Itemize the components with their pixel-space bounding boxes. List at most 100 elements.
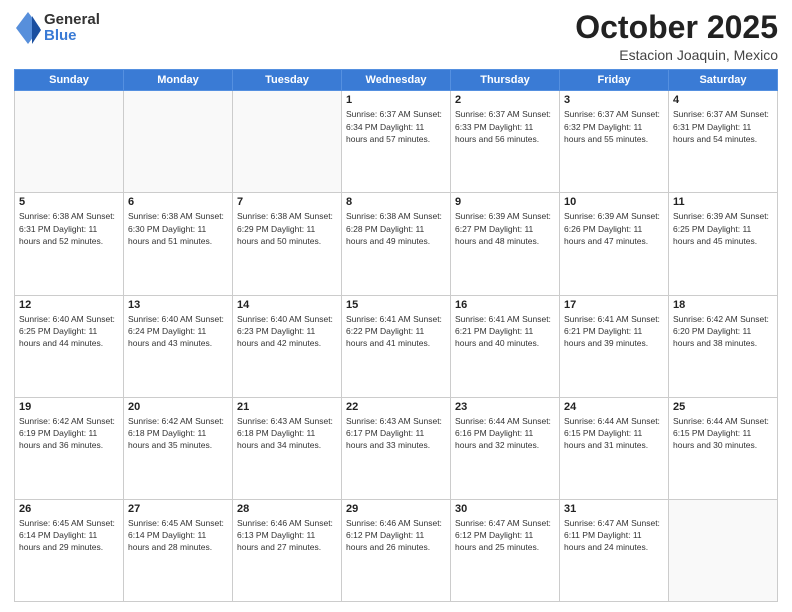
cell-info: Sunrise: 6:43 AM Sunset: 6:18 PM Dayligh… — [237, 415, 337, 452]
table-row: 27 Sunrise: 6:45 AM Sunset: 6:14 PM Dayli… — [124, 499, 233, 601]
day-number: 3 — [564, 94, 664, 106]
cell-info: Sunrise: 6:44 AM Sunset: 6:15 PM Dayligh… — [564, 415, 664, 452]
table-row — [15, 91, 124, 193]
day-number: 8 — [346, 196, 446, 208]
table-row — [233, 91, 342, 193]
table-row — [124, 91, 233, 193]
page: General Blue October 2025 Estacion Joaqu… — [0, 0, 792, 612]
table-row: 17 Sunrise: 6:41 AM Sunset: 6:21 PM Dayli… — [560, 295, 669, 397]
cell-info: Sunrise: 6:44 AM Sunset: 6:16 PM Dayligh… — [455, 415, 555, 452]
cell-info: Sunrise: 6:41 AM Sunset: 6:21 PM Dayligh… — [564, 313, 664, 350]
table-row: 30Sunrise: 6:47 AM Sunset: 6:12 PM Dayli… — [451, 499, 560, 601]
day-number: 13 — [128, 299, 228, 311]
calendar-week-row: 26 Sunrise: 6:45 AM Sunset: 6:14 PM Dayli… — [15, 499, 778, 601]
day-number: 6 — [128, 196, 228, 208]
day-number: 22 — [346, 401, 446, 413]
day-number: 7 — [237, 196, 337, 208]
day-number: 4 — [673, 94, 773, 106]
col-sunday: Sunday — [15, 70, 124, 91]
day-number: 17 — [564, 299, 664, 311]
cell-info: Sunrise: 6:40 AM Sunset: 6:24 PM Dayligh… — [128, 313, 228, 350]
table-row: 20 Sunrise: 6:42 AM Sunset: 6:18 PM Dayli… — [124, 397, 233, 499]
cell-info: Sunrise: 6:38 AM Sunset: 6:29 PM Dayligh… — [237, 210, 337, 247]
cell-info: Sunrise: 6:39 AM Sunset: 6:27 PM Dayligh… — [455, 210, 555, 247]
table-row: 18 Sunrise: 6:42 AM Sunset: 6:20 PM Dayli… — [669, 295, 778, 397]
cell-info: Sunrise: 6:43 AM Sunset: 6:17 PM Dayligh… — [346, 415, 446, 452]
table-row: 12 Sunrise: 6:40 AM Sunset: 6:25 PM Dayli… — [15, 295, 124, 397]
table-row: 24 Sunrise: 6:44 AM Sunset: 6:15 PM Dayli… — [560, 397, 669, 499]
cell-info: Sunrise: 6:37 AM Sunset: 6:34 PM Dayligh… — [346, 108, 446, 145]
logo-blue: Blue — [44, 28, 100, 45]
table-row: 22 Sunrise: 6:43 AM Sunset: 6:17 PM Dayli… — [342, 397, 451, 499]
table-row: 29 Sunrise: 6:46 AM Sunset: 6:12 PM Dayli… — [342, 499, 451, 601]
cell-info: Sunrise: 6:38 AM Sunset: 6:31 PM Dayligh… — [19, 210, 119, 247]
col-tuesday: Tuesday — [233, 70, 342, 91]
col-saturday: Saturday — [669, 70, 778, 91]
cell-info: Sunrise: 6:42 AM Sunset: 6:18 PM Dayligh… — [128, 415, 228, 452]
cell-info: Sunrise: 6:39 AM Sunset: 6:26 PM Dayligh… — [564, 210, 664, 247]
day-number: 21 — [237, 401, 337, 413]
table-row: 19Sunrise: 6:42 AM Sunset: 6:19 PM Dayli… — [15, 397, 124, 499]
calendar-header-row: Sunday Monday Tuesday Wednesday Thursday… — [15, 70, 778, 91]
logo-icon — [14, 10, 42, 46]
day-number: 26 — [19, 503, 119, 515]
location-subtitle: Estacion Joaquin, Mexico — [575, 47, 778, 63]
day-number: 11 — [673, 196, 773, 208]
day-number: 9 — [455, 196, 555, 208]
table-row: 25 Sunrise: 6:44 AM Sunset: 6:15 PM Dayli… — [669, 397, 778, 499]
table-row: 23Sunrise: 6:44 AM Sunset: 6:16 PM Dayli… — [451, 397, 560, 499]
day-number: 1 — [346, 94, 446, 106]
table-row: 5Sunrise: 6:38 AM Sunset: 6:31 PM Daylig… — [15, 193, 124, 295]
day-number: 12 — [19, 299, 119, 311]
calendar-week-row: 19Sunrise: 6:42 AM Sunset: 6:19 PM Dayli… — [15, 397, 778, 499]
table-row: 31Sunrise: 6:47 AM Sunset: 6:11 PM Dayli… — [560, 499, 669, 601]
logo-general: General — [44, 12, 100, 29]
col-monday: Monday — [124, 70, 233, 91]
cell-info: Sunrise: 6:47 AM Sunset: 6:12 PM Dayligh… — [455, 517, 555, 554]
table-row: 9 Sunrise: 6:39 AM Sunset: 6:27 PM Daylig… — [451, 193, 560, 295]
day-number: 19 — [19, 401, 119, 413]
table-row: 1 Sunrise: 6:37 AM Sunset: 6:34 PM Daylig… — [342, 91, 451, 193]
day-number: 27 — [128, 503, 228, 515]
cell-info: Sunrise: 6:46 AM Sunset: 6:12 PM Dayligh… — [346, 517, 446, 554]
day-number: 24 — [564, 401, 664, 413]
calendar-week-row: 5Sunrise: 6:38 AM Sunset: 6:31 PM Daylig… — [15, 193, 778, 295]
cell-info: Sunrise: 6:42 AM Sunset: 6:20 PM Dayligh… — [673, 313, 773, 350]
cell-info: Sunrise: 6:38 AM Sunset: 6:30 PM Dayligh… — [128, 210, 228, 247]
cell-info: Sunrise: 6:44 AM Sunset: 6:15 PM Dayligh… — [673, 415, 773, 452]
title-block: October 2025 Estacion Joaquin, Mexico — [575, 10, 778, 63]
month-title: October 2025 — [575, 10, 778, 45]
table-row: 21 Sunrise: 6:43 AM Sunset: 6:18 PM Dayli… — [233, 397, 342, 499]
day-number: 18 — [673, 299, 773, 311]
day-number: 25 — [673, 401, 773, 413]
table-row: 11 Sunrise: 6:39 AM Sunset: 6:25 PM Dayli… — [669, 193, 778, 295]
calendar-week-row: 1 Sunrise: 6:37 AM Sunset: 6:34 PM Daylig… — [15, 91, 778, 193]
logo: General Blue — [14, 10, 100, 46]
day-number: 14 — [237, 299, 337, 311]
day-number: 31 — [564, 503, 664, 515]
table-row: 2Sunrise: 6:37 AM Sunset: 6:33 PM Daylig… — [451, 91, 560, 193]
table-row: 16Sunrise: 6:41 AM Sunset: 6:21 PM Dayli… — [451, 295, 560, 397]
cell-info: Sunrise: 6:37 AM Sunset: 6:31 PM Dayligh… — [673, 108, 773, 145]
table-row: 7 Sunrise: 6:38 AM Sunset: 6:29 PM Daylig… — [233, 193, 342, 295]
cell-info: Sunrise: 6:39 AM Sunset: 6:25 PM Dayligh… — [673, 210, 773, 247]
cell-info: Sunrise: 6:37 AM Sunset: 6:32 PM Dayligh… — [564, 108, 664, 145]
table-row: 10 Sunrise: 6:39 AM Sunset: 6:26 PM Dayli… — [560, 193, 669, 295]
day-number: 2 — [455, 94, 555, 106]
table-row: 15Sunrise: 6:41 AM Sunset: 6:22 PM Dayli… — [342, 295, 451, 397]
cell-info: Sunrise: 6:46 AM Sunset: 6:13 PM Dayligh… — [237, 517, 337, 554]
calendar-table: Sunday Monday Tuesday Wednesday Thursday… — [14, 69, 778, 602]
table-row: 26 Sunrise: 6:45 AM Sunset: 6:14 PM Dayli… — [15, 499, 124, 601]
logo-text: General Blue — [44, 12, 100, 45]
day-number: 10 — [564, 196, 664, 208]
cell-info: Sunrise: 6:41 AM Sunset: 6:22 PM Dayligh… — [346, 313, 446, 350]
cell-info: Sunrise: 6:45 AM Sunset: 6:14 PM Dayligh… — [19, 517, 119, 554]
cell-info: Sunrise: 6:45 AM Sunset: 6:14 PM Dayligh… — [128, 517, 228, 554]
table-row: 28Sunrise: 6:46 AM Sunset: 6:13 PM Dayli… — [233, 499, 342, 601]
header: General Blue October 2025 Estacion Joaqu… — [14, 10, 778, 63]
col-friday: Friday — [560, 70, 669, 91]
day-number: 20 — [128, 401, 228, 413]
day-number: 29 — [346, 503, 446, 515]
cell-info: Sunrise: 6:40 AM Sunset: 6:25 PM Dayligh… — [19, 313, 119, 350]
cell-info: Sunrise: 6:40 AM Sunset: 6:23 PM Dayligh… — [237, 313, 337, 350]
